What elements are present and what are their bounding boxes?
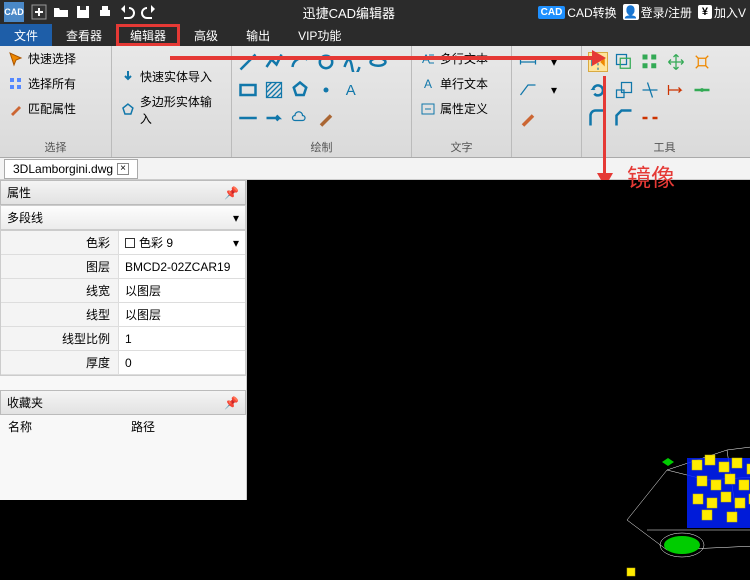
- svg-text:A: A: [424, 77, 432, 91]
- array-icon[interactable]: [640, 52, 660, 72]
- annotation-arrow-down-icon: [603, 76, 606, 181]
- ltscale-value[interactable]: 1: [119, 327, 245, 350]
- tab-output[interactable]: 输出: [232, 24, 284, 46]
- join-icon[interactable]: [692, 80, 712, 100]
- polygon-solid-input-button[interactable]: 多边形实体输入: [118, 91, 225, 129]
- open-icon[interactable]: [52, 3, 70, 21]
- ellipse-icon[interactable]: [368, 52, 388, 72]
- favorites-header: 名称 路径: [0, 415, 246, 438]
- plus-icon[interactable]: [30, 3, 48, 21]
- chevron-down-icon[interactable]: ▾: [544, 52, 564, 72]
- select-all-button[interactable]: 选择所有: [6, 73, 105, 94]
- pin-icon[interactable]: 📌: [224, 186, 239, 200]
- polygon-icon[interactable]: [290, 80, 310, 100]
- trim-icon[interactable]: [640, 80, 660, 100]
- chevron-down-icon[interactable]: ▾: [233, 211, 239, 225]
- app-title: 迅捷CAD编辑器: [160, 3, 538, 22]
- hatch-icon[interactable]: [264, 80, 284, 100]
- group-select-label: 选择: [6, 137, 105, 155]
- cad-badge-icon: CAD: [538, 6, 566, 19]
- yen-icon: ¥: [698, 5, 712, 19]
- group-text-label: 文字: [418, 137, 505, 155]
- tab-advanced[interactable]: 高级: [180, 24, 232, 46]
- break-icon[interactable]: [640, 108, 660, 128]
- spline-icon[interactable]: [342, 52, 362, 72]
- multiline-text-button[interactable]: A多行文本: [418, 48, 505, 69]
- tab-editor[interactable]: 编辑器: [116, 24, 180, 46]
- drawing-viewport[interactable]: [247, 180, 750, 500]
- color-value[interactable]: 色彩 9▾: [119, 231, 245, 254]
- text-tool-icon[interactable]: A: [342, 80, 362, 100]
- dim-linear-icon[interactable]: [518, 52, 538, 72]
- favorites-panel-title: 收藏夹: [7, 394, 43, 411]
- circle-icon[interactable]: [316, 52, 336, 72]
- quick-solid-import-button[interactable]: 快速实体导入: [118, 66, 225, 87]
- match-properties-button[interactable]: 匹配属性: [6, 98, 105, 119]
- group-draw-label: 绘制: [238, 137, 405, 155]
- chevron-down-icon[interactable]: ▾: [544, 80, 564, 100]
- attribute-def-button[interactable]: 属性定义: [418, 98, 505, 119]
- group-tool-label: 工具: [588, 137, 741, 155]
- offset-icon[interactable]: [614, 52, 634, 72]
- save-icon[interactable]: [74, 3, 92, 21]
- tab-vip[interactable]: VIP功能: [284, 24, 355, 46]
- point-icon[interactable]: [316, 80, 336, 100]
- print-icon[interactable]: [96, 3, 114, 21]
- single-text-button[interactable]: A单行文本: [418, 73, 505, 94]
- cad-convert-link[interactable]: CAD转换: [567, 4, 616, 21]
- tab-viewer[interactable]: 查看器: [52, 24, 116, 46]
- model-preview: [607, 380, 750, 580]
- dim-edit-icon[interactable]: [518, 108, 538, 128]
- svg-text:A: A: [422, 52, 430, 66]
- rect-icon[interactable]: [238, 80, 258, 100]
- linetype-value[interactable]: 以图层: [119, 303, 245, 326]
- tab-file[interactable]: 文件: [0, 24, 52, 46]
- mirror-icon[interactable]: [588, 52, 608, 72]
- join-link[interactable]: 加入V: [714, 4, 746, 21]
- undo-icon[interactable]: [118, 3, 136, 21]
- file-tab[interactable]: 3DLamborgini.dwg ×: [4, 159, 138, 179]
- color-swatch-icon: [125, 238, 135, 248]
- user-icon: 👤: [623, 4, 639, 20]
- redo-icon[interactable]: [140, 3, 158, 21]
- polyline-icon[interactable]: [264, 52, 284, 72]
- layer-value[interactable]: BMCD2-02ZCAR19: [119, 255, 245, 278]
- app-icon: CAD: [4, 2, 24, 22]
- svg-text:A: A: [346, 82, 356, 99]
- property-grid: 色彩色彩 9▾ 图层BMCD2-02ZCAR19 线宽以图层 线型以图层 线型比…: [0, 230, 246, 376]
- file-tab-name: 3DLamborgini.dwg: [13, 162, 113, 176]
- chamfer-icon[interactable]: [614, 108, 634, 128]
- move-icon[interactable]: [666, 52, 686, 72]
- leader-icon[interactable]: [518, 80, 538, 100]
- properties-panel-title: 属性: [7, 184, 31, 201]
- ray-icon[interactable]: [264, 108, 284, 128]
- pin-icon[interactable]: 📌: [224, 396, 239, 410]
- menubar: 文件 查看器 编辑器 高级 输出 VIP功能: [0, 24, 750, 46]
- extend-icon[interactable]: [666, 80, 686, 100]
- line-icon[interactable]: [238, 52, 258, 72]
- login-link[interactable]: 登录/注册: [641, 4, 692, 21]
- quick-select-button[interactable]: 快速选择: [6, 48, 105, 69]
- selection-type: 多段线: [7, 209, 43, 226]
- xline-icon[interactable]: [238, 108, 258, 128]
- scale-icon[interactable]: [614, 80, 634, 100]
- arc-icon[interactable]: [290, 52, 310, 72]
- explode-icon[interactable]: [692, 52, 712, 72]
- mirror-annotation: 镜像: [627, 158, 675, 193]
- cloud-icon[interactable]: [290, 108, 310, 128]
- thickness-value[interactable]: 0: [119, 351, 245, 374]
- ribbon: 快速选择 选择所有 匹配属性 选择 快速实体导入 多边形实体输入: [0, 46, 750, 158]
- brush-icon[interactable]: [316, 108, 336, 128]
- lineweight-value[interactable]: 以图层: [119, 279, 245, 302]
- close-icon[interactable]: ×: [117, 163, 129, 175]
